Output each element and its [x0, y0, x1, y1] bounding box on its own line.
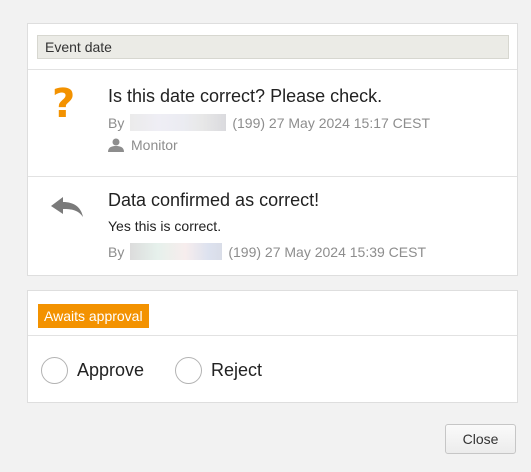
reject-label[interactable]: Reject [211, 360, 262, 381]
redacted-username [130, 243, 223, 260]
user-icon [108, 138, 124, 152]
reply-meta: By (199) 27 May 2024 15:39 CEST [108, 243, 426, 260]
reply-timestamp: (199) 27 May 2024 15:39 CEST [228, 243, 427, 260]
divider [28, 69, 517, 70]
event-comments-panel: Event date ? Is this date correct? Pleas… [27, 23, 518, 276]
event-date-label: Event date [37, 35, 509, 59]
role-label: Monitor [131, 137, 178, 153]
reject-radio[interactable]: Reject [175, 357, 262, 384]
reply-arrow-icon [51, 197, 83, 217]
by-label: By [108, 243, 125, 260]
reply-text: Yes this is correct. [108, 218, 222, 234]
divider [28, 335, 517, 336]
query-timestamp: (199) 27 May 2024 15:17 CEST [232, 114, 431, 131]
query-title: Is this date correct? Please check. [108, 86, 383, 106]
role-line: Monitor [108, 137, 178, 153]
awaits-approval-badge: Awaits approval [38, 304, 149, 328]
close-button[interactable]: Close [445, 424, 516, 454]
approval-panel: Awaits approval Approve Reject [27, 290, 518, 403]
approve-label[interactable]: Approve [77, 360, 144, 381]
reply-title: Data confirmed as correct! [108, 190, 320, 210]
radio-circle[interactable] [41, 357, 68, 384]
approve-radio[interactable]: Approve [41, 357, 144, 384]
radio-circle[interactable] [175, 357, 202, 384]
divider [28, 176, 517, 177]
query-meta: By (199) 27 May 2024 15:17 CEST [108, 114, 430, 131]
by-label: By [108, 114, 125, 131]
question-mark-icon: ? [52, 81, 76, 127]
redacted-username [130, 114, 227, 131]
